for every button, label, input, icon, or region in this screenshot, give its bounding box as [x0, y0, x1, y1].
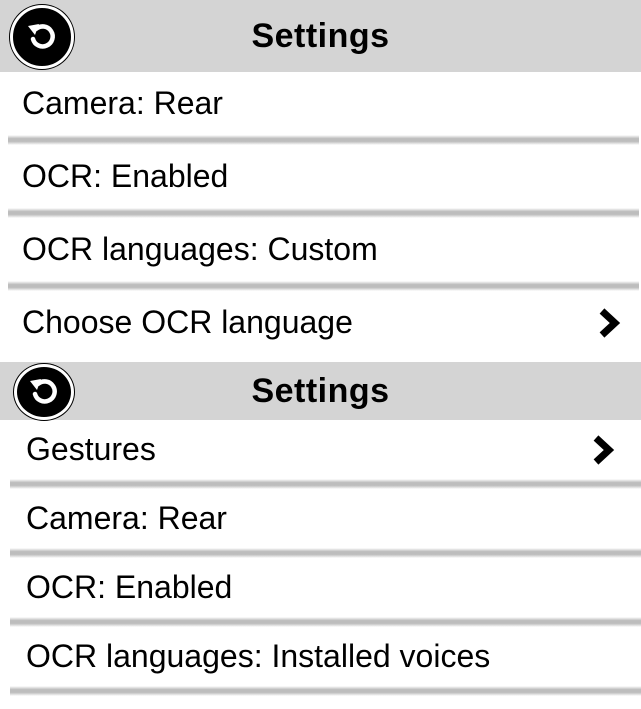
- setting-camera[interactable]: Camera: Rear: [0, 489, 641, 548]
- page-title: Settings: [251, 371, 390, 410]
- chevron-right-icon: [599, 307, 621, 338]
- chevron-right-icon: [593, 434, 615, 465]
- setting-ocr-languages[interactable]: OCR languages: Installed voices: [0, 627, 641, 686]
- setting-label: OCR: Enabled: [26, 569, 233, 605]
- setting-label: Camera: Rear: [26, 500, 227, 536]
- back-arrow-icon: [28, 24, 55, 49]
- divider: [8, 208, 639, 218]
- setting-label: OCR languages: Installed voices: [26, 638, 491, 674]
- settings-screen-1: Settings Camera: Rear OCR: Enabled OCR l…: [0, 0, 641, 362]
- back-arrow-icon: [30, 379, 57, 404]
- setting-label: OCR: Enabled: [22, 158, 229, 194]
- setting-choose-ocr-language[interactable]: Choose OCR language: [0, 291, 641, 354]
- setting-label: Camera: Rear: [22, 85, 223, 121]
- setting-label: Choose OCR language: [22, 304, 353, 340]
- setting-label: OCR languages: Custom: [22, 231, 378, 267]
- setting-ocr[interactable]: OCR: Enabled: [0, 145, 641, 208]
- setting-gestures[interactable]: Gestures: [0, 420, 641, 479]
- header-bar: Settings: [0, 0, 641, 72]
- setting-ocr[interactable]: OCR: Enabled: [0, 558, 641, 617]
- divider: [10, 548, 641, 558]
- divider: [8, 281, 639, 291]
- back-button[interactable]: [10, 5, 74, 69]
- setting-ocr-languages[interactable]: OCR languages: Custom: [0, 218, 641, 281]
- divider: [10, 479, 641, 489]
- page-title: Settings: [251, 16, 390, 55]
- divider: [10, 686, 641, 696]
- setting-label: Gestures: [26, 431, 156, 467]
- divider: [10, 617, 641, 627]
- settings-screen-2: Settings Gestures Camera: Rear OCR: Enab…: [0, 362, 641, 709]
- divider: [8, 135, 639, 145]
- header-bar: Settings: [0, 362, 641, 420]
- setting-camera[interactable]: Camera: Rear: [0, 72, 641, 135]
- back-button[interactable]: [14, 364, 74, 420]
